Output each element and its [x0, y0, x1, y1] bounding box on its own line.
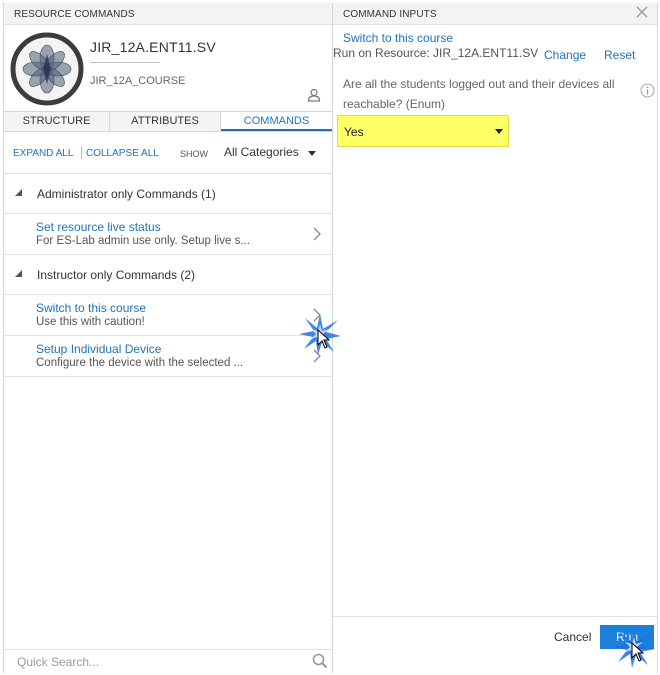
resource-tabs: STRUCTURE ATTRIBUTES COMMANDS — [4, 111, 332, 132]
command-description: Use this with caution! — [36, 316, 145, 328]
command-description: For ES-Lab admin use only. Setup live s.… — [36, 235, 250, 247]
resource-header: JIR_12A.ENT11.SV JIR_12A_COURSE — [4, 25, 332, 111]
group-header-administrator[interactable]: Administrator only Commands (1) — [4, 174, 332, 214]
tab-commands[interactable]: COMMANDS — [221, 112, 332, 131]
collapse-all-link[interactable]: COLLAPSE ALL — [86, 148, 159, 159]
user-icon[interactable] — [307, 88, 321, 102]
input-question: Are all the students logged out and thei… — [343, 77, 615, 111]
filter-separator — [81, 147, 82, 159]
run-button[interactable]: Run — [600, 625, 654, 649]
command-title[interactable]: Setup Individual Device — [36, 342, 161, 356]
command-inputs-header: COMMAND INPUTS — [333, 3, 657, 25]
resource-logo-icon — [10, 32, 84, 106]
category-dropdown[interactable]: All Categories — [224, 145, 299, 159]
chevron-right-icon[interactable] — [312, 307, 322, 323]
command-title[interactable]: Set resource live status — [36, 220, 161, 234]
command-item-set-live-status[interactable]: Set resource live status For ES-Lab admi… — [4, 214, 332, 255]
chevron-right-icon[interactable] — [312, 226, 322, 242]
dialog-footer: Cancel Run — [333, 616, 657, 673]
quick-search-bar — [4, 649, 332, 673]
command-inputs-panel: COMMAND INPUTS Switch to this course Run… — [333, 3, 658, 673]
tab-attributes[interactable]: ATTRIBUTES — [110, 112, 221, 131]
resource-name: JIR_12A.ENT11.SV — [90, 39, 216, 55]
change-link[interactable]: Change — [544, 48, 586, 62]
enum-value-dropdown[interactable]: Yes — [337, 115, 509, 147]
command-description: Configure the device with the selected .… — [36, 357, 244, 369]
collapse-triangle-icon[interactable] — [15, 189, 22, 196]
run-on-resource-label: Run on Resource: JIR_12A.ENT11.SV — [333, 46, 539, 60]
command-item-setup-device[interactable]: Setup Individual Device Configure the de… — [4, 336, 332, 377]
group-label: Instructor only Commands (2) — [37, 268, 196, 282]
reset-link[interactable]: Reset — [604, 48, 635, 62]
resource-commands-panel: RESOURCE COMMANDS JIR_12A.ENT11.SV JIR_1… — [3, 3, 333, 673]
group-header-instructor[interactable]: Instructor only Commands (2) — [4, 255, 332, 295]
expand-all-link[interactable]: EXPAND ALL — [13, 148, 73, 159]
command-title[interactable]: Switch to this course — [36, 301, 146, 315]
collapse-triangle-icon[interactable] — [15, 270, 22, 277]
selected-command-link[interactable]: Switch to this course — [343, 31, 453, 45]
tab-structure[interactable]: STRUCTURE — [4, 112, 110, 131]
dropdown-value: Yes — [344, 125, 364, 139]
quick-search-input[interactable] — [17, 653, 297, 671]
resource-commands-header: RESOURCE COMMANDS — [4, 3, 332, 25]
cancel-button[interactable]: Cancel — [554, 630, 591, 644]
close-icon[interactable] — [635, 5, 649, 19]
filter-bar: EXPAND ALL COLLAPSE ALL SHOW All Categor… — [4, 132, 332, 174]
info-icon[interactable] — [640, 83, 655, 98]
command-item-switch-course[interactable]: Switch to this course Use this with caut… — [4, 295, 332, 336]
resource-divider — [90, 62, 160, 63]
resource-course: JIR_12A_COURSE — [90, 75, 186, 87]
chevron-down-icon[interactable] — [308, 151, 316, 156]
search-icon[interactable] — [312, 653, 328, 669]
chevron-down-icon[interactable] — [495, 129, 503, 134]
chevron-right-icon[interactable] — [312, 348, 322, 364]
group-label: Administrator only Commands (1) — [37, 187, 216, 201]
show-label: SHOW — [180, 149, 208, 159]
